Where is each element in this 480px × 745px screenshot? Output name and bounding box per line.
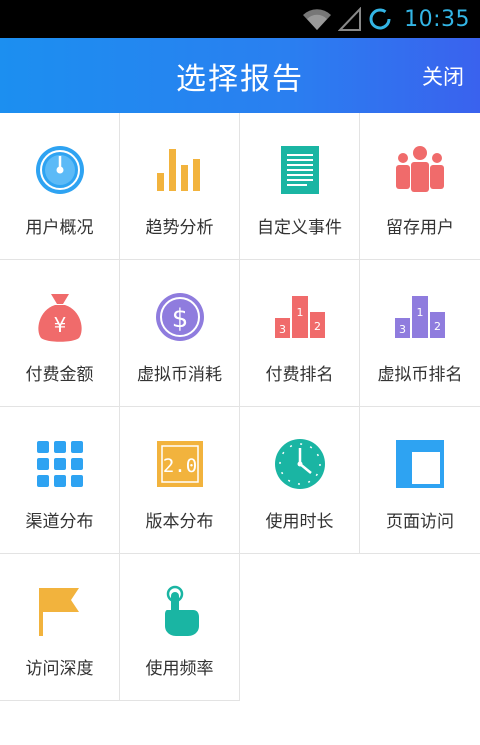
report-item-label: 使用时长 — [265, 512, 334, 532]
page-title: 选择报告 — [176, 61, 304, 97]
grid-row: 用户概况 趋势分析 自定义事件 留存用户 — [0, 113, 480, 260]
money-bag-icon: ¥ — [33, 290, 87, 344]
report-item-label: 渠道分布 — [25, 512, 94, 532]
version-icon: 2.0 — [153, 437, 207, 491]
svg-text:¥: ¥ — [53, 313, 66, 337]
report-item-label: 付费排名 — [265, 365, 334, 385]
grid-dots-icon — [33, 437, 87, 491]
grid-row: 渠道分布 2.0 版本分布 使用时长 页面访问 — [0, 407, 480, 554]
grid-empty-slot — [360, 554, 480, 701]
grid-row: 访问深度 使用频率 — [0, 554, 480, 701]
wifi-icon — [302, 7, 332, 31]
report-item-label: 虚拟币消耗 — [137, 365, 222, 385]
grid-row: ¥ 付费金额 $ 虚拟币消耗 3 1 2 付费排名 3 1 2 虚拟币排名 — [0, 260, 480, 407]
close-button[interactable]: 关闭 — [422, 38, 464, 113]
svg-text:1: 1 — [417, 306, 424, 319]
report-item-usage-duration[interactable]: 使用时长 — [240, 407, 360, 554]
report-item-user-overview[interactable]: 用户概况 — [0, 113, 120, 260]
svg-text:3: 3 — [399, 323, 406, 336]
dollar-coin-icon: $ — [153, 290, 207, 344]
report-item-page-visits[interactable]: 页面访问 — [360, 407, 480, 554]
report-item-label: 趋势分析 — [145, 218, 214, 238]
status-time: 10:35 — [404, 6, 470, 32]
podium-icon: 3 1 2 — [273, 290, 327, 344]
tap-icon — [153, 584, 207, 638]
report-item-visit-depth[interactable]: 访问深度 — [0, 554, 120, 701]
gauge-icon — [33, 143, 87, 197]
podium-icon: 3 1 2 — [393, 290, 447, 344]
report-item-trend-analysis[interactable]: 趋势分析 — [120, 113, 240, 260]
report-item-retained-users[interactable]: 留存用户 — [360, 113, 480, 260]
title-bar: 选择报告 关闭 — [0, 38, 480, 113]
report-item-label: 虚拟币排名 — [377, 365, 463, 385]
svg-text:$: $ — [171, 304, 188, 334]
report-item-label: 页面访问 — [386, 512, 454, 532]
version-badge-text: 2.0 — [162, 455, 196, 477]
sync-icon — [368, 7, 392, 31]
layout-icon — [393, 437, 447, 491]
svg-text:1: 1 — [296, 306, 303, 319]
report-item-label: 付费金额 — [25, 365, 94, 385]
status-bar: 10:35 — [0, 0, 480, 38]
signal-icon — [338, 7, 362, 31]
report-item-custom-event[interactable]: 自定义事件 — [240, 113, 360, 260]
report-item-label: 访问深度 — [25, 659, 94, 679]
document-icon — [273, 143, 327, 197]
report-item-payment-amount[interactable]: ¥ 付费金额 — [0, 260, 120, 407]
report-item-label: 用户概况 — [25, 218, 94, 238]
report-item-virtual-currency-ranking[interactable]: 3 1 2 虚拟币排名 — [360, 260, 480, 407]
report-item-usage-frequency[interactable]: 使用频率 — [120, 554, 240, 701]
report-item-version-distribution[interactable]: 2.0 版本分布 — [120, 407, 240, 554]
report-item-channel-distribution[interactable]: 渠道分布 — [0, 407, 120, 554]
report-item-payment-ranking[interactable]: 3 1 2 付费排名 — [240, 260, 360, 407]
report-item-label: 自定义事件 — [257, 218, 342, 238]
report-item-label: 使用频率 — [145, 659, 214, 679]
bar-chart-icon — [153, 143, 207, 197]
report-item-virtual-currency-consumption[interactable]: $ 虚拟币消耗 — [120, 260, 240, 407]
report-grid: 用户概况 趋势分析 自定义事件 留存用户 ¥ 付费金额 $ 虚拟币消耗 3 1 … — [0, 113, 480, 701]
svg-text:2: 2 — [314, 320, 321, 333]
users-icon — [393, 143, 447, 197]
clock-icon — [273, 437, 327, 491]
svg-text:3: 3 — [279, 323, 286, 336]
report-item-label: 版本分布 — [145, 512, 214, 532]
grid-empty-slot — [240, 554, 360, 701]
flag-icon — [33, 584, 87, 638]
report-item-label: 留存用户 — [386, 218, 454, 238]
svg-text:2: 2 — [434, 320, 441, 333]
